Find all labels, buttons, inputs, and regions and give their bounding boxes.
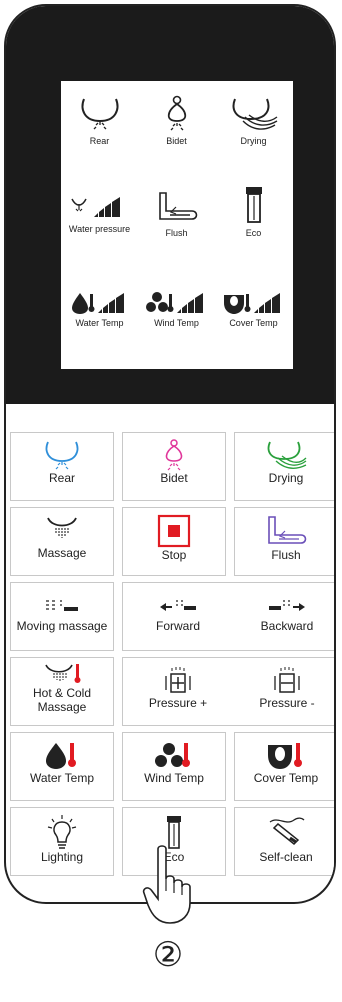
- massage-button[interactable]: Massage: [10, 507, 114, 576]
- eco-icon: [245, 187, 262, 223]
- screen-bidet: Bidet: [138, 95, 215, 146]
- flush-icon: [268, 516, 307, 544]
- flush-button[interactable]: Flush: [234, 507, 334, 576]
- screen-cover-temp: Cover Temp: [215, 289, 292, 328]
- lcd-screen: Rear Bidet Drying Water pressure Flush E…: [61, 81, 293, 369]
- rear-button[interactable]: Rear: [10, 432, 114, 501]
- screen-label: Water pressure: [68, 224, 131, 234]
- screen-drying: Drying: [215, 95, 292, 146]
- screen-label: Drying: [240, 136, 267, 146]
- step-number: ②: [152, 935, 184, 975]
- flush-label: Flush: [271, 548, 301, 562]
- wind-temp-icon: [155, 743, 190, 767]
- screen-water-temp: Water Temp: [61, 289, 138, 328]
- water-temp-button[interactable]: Water Temp: [10, 732, 114, 801]
- stop-button[interactable]: Stop: [122, 507, 226, 576]
- screen-label: Rear: [89, 136, 110, 146]
- screen-rear: Rear: [61, 95, 138, 146]
- drying-button[interactable]: Drying: [234, 432, 334, 501]
- screen-label: Cover Temp: [229, 318, 278, 328]
- rear-icon: [81, 98, 118, 130]
- cover-temp-icon: [268, 743, 302, 769]
- hot-cold-massage-button[interactable]: Hot & Cold Massage: [10, 657, 114, 726]
- wind-temp-label: Wind Temp: [144, 771, 204, 785]
- drying-label: Drying: [268, 471, 304, 485]
- moving-massage-button[interactable]: Moving massage: [10, 582, 114, 651]
- backward-arrow-icon: [269, 600, 305, 611]
- pressure-buttons[interactable]: Pressure + Pressure -: [122, 657, 334, 726]
- moving-massage-label: Moving massage: [16, 619, 108, 633]
- screen-label: Wind Temp: [154, 318, 199, 328]
- cover-temp-icon: [223, 293, 280, 314]
- stop-icon: [157, 514, 191, 548]
- massage-label: Massage: [37, 546, 87, 560]
- drying-icon: [267, 441, 307, 469]
- wind-temp-button[interactable]: Wind Temp: [122, 732, 226, 801]
- step-number-marker: ②: [148, 935, 188, 975]
- bidet-label: Bidet: [160, 471, 188, 485]
- light-bulb-icon: [47, 815, 77, 849]
- water-pressure-icon: [70, 197, 120, 217]
- water-temp-label: Water Temp: [29, 771, 95, 785]
- self-clean-icon: [269, 817, 305, 846]
- lighting-label: Lighting: [40, 850, 84, 864]
- screen-label: Water Temp: [75, 318, 124, 328]
- lighting-button[interactable]: Lighting: [10, 807, 114, 876]
- water-temp-icon: [71, 293, 124, 314]
- backward-label: Backward: [260, 619, 314, 633]
- flush-icon: [158, 192, 197, 220]
- water-temp-icon: [46, 743, 76, 769]
- stop-label: Stop: [161, 548, 187, 562]
- pressure-plus-button[interactable]: Pressure +: [123, 658, 233, 725]
- bidet-icon: [165, 439, 183, 471]
- screen-label: Flush: [165, 228, 188, 238]
- pressure-minus-label: Pressure -: [259, 696, 315, 710]
- pressure-minus-button[interactable]: Pressure -: [233, 658, 334, 725]
- drying-icon: [232, 98, 277, 130]
- screen-eco: Eco: [215, 185, 292, 238]
- screen-label: Bidet: [166, 136, 187, 146]
- bidet-button[interactable]: Bidet: [122, 432, 226, 501]
- hot-cold-massage-label: Massage: [37, 700, 87, 714]
- forward-backward-button[interactable]: Forward Backward: [122, 582, 334, 651]
- screen-water-pressure: Water pressure: [61, 193, 138, 234]
- rear-label: Rear: [48, 471, 75, 485]
- pressure-plus-icon: [165, 667, 191, 693]
- self-clean-label: Self-clean: [259, 850, 313, 864]
- hot-cold-massage-icon: [45, 664, 81, 683]
- massage-icon: [47, 517, 77, 538]
- screen-wind-temp: Wind Temp: [138, 289, 215, 328]
- bidet-icon: [167, 95, 186, 131]
- forward-label: Forward: [155, 619, 200, 633]
- screen-label: Eco: [245, 228, 262, 238]
- rear-icon: [45, 441, 79, 470]
- self-clean-button[interactable]: Self-clean: [234, 807, 334, 876]
- cover-temp-button[interactable]: Cover Temp: [234, 732, 334, 801]
- wind-temp-icon: [145, 292, 203, 313]
- pressure-plus-label: Pressure +: [148, 696, 208, 710]
- remote-control: Rear Bidet Drying Water pressure Flush E…: [4, 4, 336, 904]
- pressure-minus-icon: [274, 667, 300, 693]
- cover-temp-label: Cover Temp: [253, 771, 319, 785]
- forward-button[interactable]: Forward: [123, 583, 233, 650]
- pointing-hand-icon: [142, 845, 191, 924]
- hot-cold-label: Hot & Cold: [32, 686, 92, 700]
- backward-button[interactable]: Backward: [233, 583, 334, 650]
- moving-massage-icon: [46, 600, 78, 611]
- forward-arrow-icon: [160, 600, 196, 611]
- screen-flush: Flush: [138, 189, 215, 238]
